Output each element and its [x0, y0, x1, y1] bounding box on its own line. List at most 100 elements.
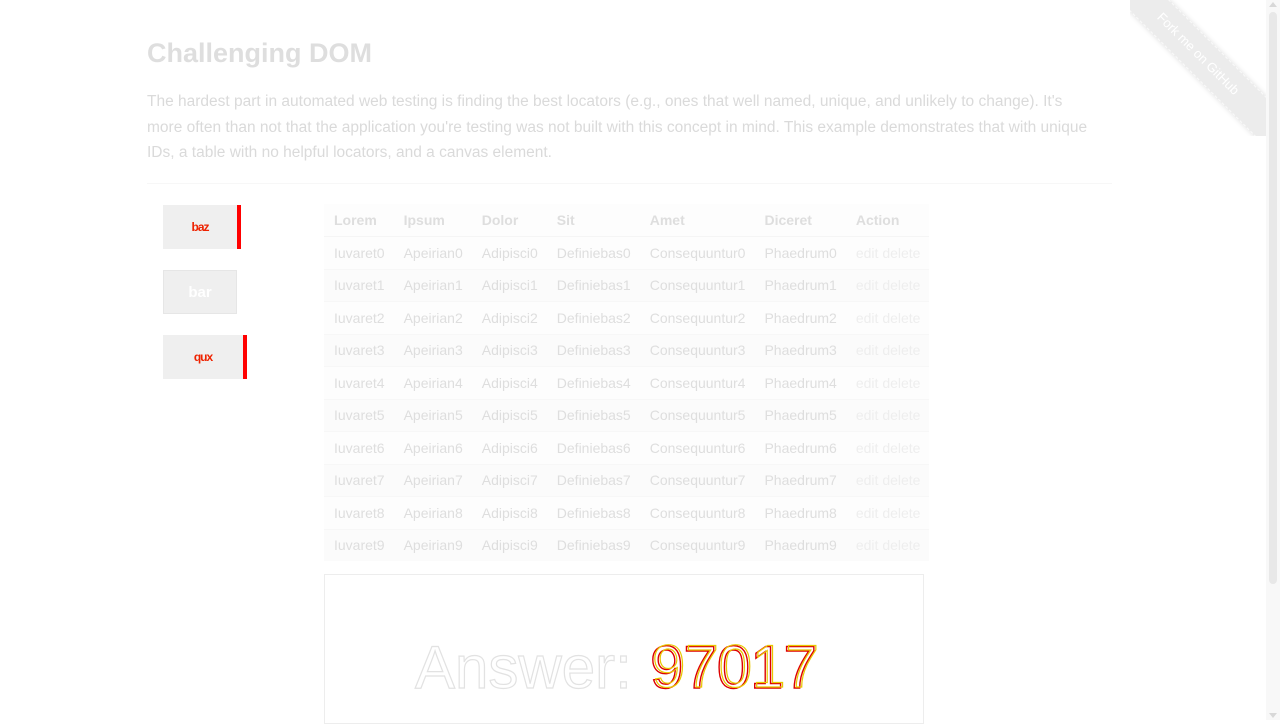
edit-link[interactable]: edit — [856, 310, 879, 326]
edit-link[interactable]: edit — [856, 472, 879, 488]
table-cell: Apeirian7 — [393, 463, 472, 497]
table-row: Iuvaret1 Apeirian1 Adipisci1 Definiebas1 Con… — [324, 268, 930, 302]
table-cell: Phaedrum1 — [754, 268, 846, 302]
table-cell: Adipisci4 — [471, 366, 547, 399]
table-row: Iuvaret9 Apeirian9 Adipisci9 Definiebas9 Con… — [324, 528, 930, 561]
answer-canvas: Answer: 97017 97017 — [324, 574, 924, 724]
scroll-down-arrow-icon[interactable] — [1269, 713, 1277, 718]
scroll-up-arrow-icon[interactable] — [1269, 2, 1277, 7]
table-cell: Apeirian6 — [393, 431, 472, 464]
table-cell: Adipisci7 — [471, 463, 547, 497]
table-cell: Phaedrum4 — [754, 366, 846, 399]
table-cell: Phaedrum0 — [754, 236, 846, 269]
table-cell: Apeirian4 — [393, 366, 472, 399]
delete-link[interactable]: delete — [882, 245, 920, 261]
table-cell: Definiebas0 — [546, 236, 640, 269]
table-cell: Consequuntur2 — [639, 301, 755, 334]
delete-link[interactable]: delete — [882, 472, 920, 488]
edit-link[interactable]: edit — [856, 245, 879, 261]
table-cell: Definiebas8 — [546, 496, 640, 529]
edit-link[interactable]: edit — [856, 342, 879, 358]
edit-link[interactable]: edit — [856, 505, 879, 521]
table-cell: Definiebas6 — [546, 431, 640, 464]
edit-link[interactable]: edit — [856, 440, 879, 456]
table-cell: Consequuntur8 — [639, 496, 755, 529]
column-header: Action — [845, 204, 930, 237]
edit-link[interactable]: edit — [856, 277, 879, 293]
fork-me-ribbon[interactable]: Fork me on GitHub — [1130, 0, 1266, 136]
data-table: Lorem Ipsum Dolor Sit Amet Diceret Actio… — [324, 204, 930, 561]
table-cell: Iuvaret9 — [324, 528, 394, 561]
table-cell: Definiebas3 — [546, 333, 640, 367]
table-cell: Iuvaret3 — [324, 333, 394, 367]
table-cell: Consequuntur7 — [639, 463, 755, 497]
table-cell: Phaedrum7 — [754, 463, 846, 497]
delete-link[interactable]: delete — [882, 407, 920, 423]
success-button-qux[interactable]: qux — [163, 335, 247, 379]
intro-paragraph: The hardest part in automated web testin… — [147, 93, 1088, 161]
button-label-baz: baz — [191, 220, 209, 234]
column-header: Amet — [639, 204, 755, 237]
delete-link[interactable]: delete — [882, 537, 920, 553]
table-cell: Apeirian8 — [393, 496, 472, 529]
delete-link[interactable]: delete — [882, 375, 920, 391]
column-header: Dolor — [471, 204, 547, 237]
table-cell: Iuvaret7 — [324, 463, 394, 497]
table-cell: Apeirian9 — [393, 528, 472, 561]
table-cell: Apeirian0 — [393, 236, 472, 269]
action-cell: edit delete — [845, 463, 930, 497]
action-cell: edit delete — [845, 366, 930, 399]
delete-link[interactable]: delete — [882, 342, 920, 358]
table-cell: Adipisci0 — [471, 236, 547, 269]
table-cell: Consequuntur0 — [639, 236, 755, 269]
table-cell: Iuvaret4 — [324, 366, 394, 399]
table-cell: Iuvaret8 — [324, 496, 394, 529]
column-header: Sit — [546, 204, 640, 237]
table-cell: Apeirian1 — [393, 268, 472, 302]
table-cell: Definiebas2 — [546, 301, 640, 334]
action-cell: edit delete — [845, 301, 930, 334]
table-cell: Definiebas1 — [546, 268, 640, 302]
button-bar[interactable]: bar — [163, 270, 237, 314]
scrollbar-thumb[interactable] — [1269, 12, 1277, 584]
table-row: Iuvaret6 Apeirian6 Adipisci6 Definiebas6 Con… — [324, 431, 930, 464]
edit-link[interactable]: edit — [856, 375, 879, 391]
table-cell: Phaedrum5 — [754, 398, 846, 432]
answer-value-overlay: 97017 — [652, 633, 819, 700]
table-cell: Adipisci2 — [471, 301, 547, 334]
delete-link[interactable]: delete — [882, 277, 920, 293]
alert-button-baz[interactable]: baz — [163, 205, 241, 249]
column-header: Ipsum — [393, 204, 472, 237]
table-cell: Consequuntur4 — [639, 366, 755, 399]
table-cell: Iuvaret1 — [324, 268, 394, 302]
table-cell: Adipisci5 — [471, 398, 547, 432]
table-cell: Iuvaret2 — [324, 301, 394, 334]
edit-link[interactable]: edit — [856, 537, 879, 553]
table-cell: Phaedrum3 — [754, 333, 846, 367]
table-cell: Adipisci6 — [471, 431, 547, 464]
fork-me-ribbon-label[interactable]: Fork me on GitHub — [1130, 0, 1266, 136]
table-cell: Adipisci9 — [471, 528, 547, 561]
delete-link[interactable]: delete — [882, 505, 920, 521]
table-row: Iuvaret4 Apeirian4 Adipisci4 Definiebas4 Con… — [324, 366, 930, 399]
table-cell: Consequuntur6 — [639, 431, 755, 464]
table-cell: Consequuntur5 — [639, 398, 755, 432]
table-row: Iuvaret2 Apeirian2 Adipisci2 Definiebas2 Con… — [324, 301, 930, 334]
vertical-scrollbar[interactable] — [1266, 0, 1280, 720]
action-cell: edit delete — [845, 268, 930, 302]
table-row: Iuvaret7 Apeirian7 Adipisci7 Definiebas7 Con… — [324, 463, 930, 497]
table-cell: Consequuntur9 — [639, 528, 755, 561]
table-cell: Iuvaret0 — [324, 236, 394, 269]
button-label-qux: qux — [193, 350, 213, 364]
table-cell: Consequuntur1 — [639, 268, 755, 302]
table-cell: Phaedrum2 — [754, 301, 846, 334]
delete-link[interactable]: delete — [882, 310, 920, 326]
delete-link[interactable]: delete — [882, 440, 920, 456]
action-cell: edit delete — [845, 236, 930, 269]
table-cell: Adipisci1 — [471, 268, 547, 302]
table-cell: Definiebas5 — [546, 398, 640, 432]
edit-link[interactable]: edit — [856, 407, 879, 423]
table-cell: Phaedrum6 — [754, 431, 846, 464]
action-cell: edit delete — [845, 333, 930, 367]
table-row: Iuvaret3 Apeirian3 Adipisci3 Definiebas3 Con… — [324, 333, 930, 367]
